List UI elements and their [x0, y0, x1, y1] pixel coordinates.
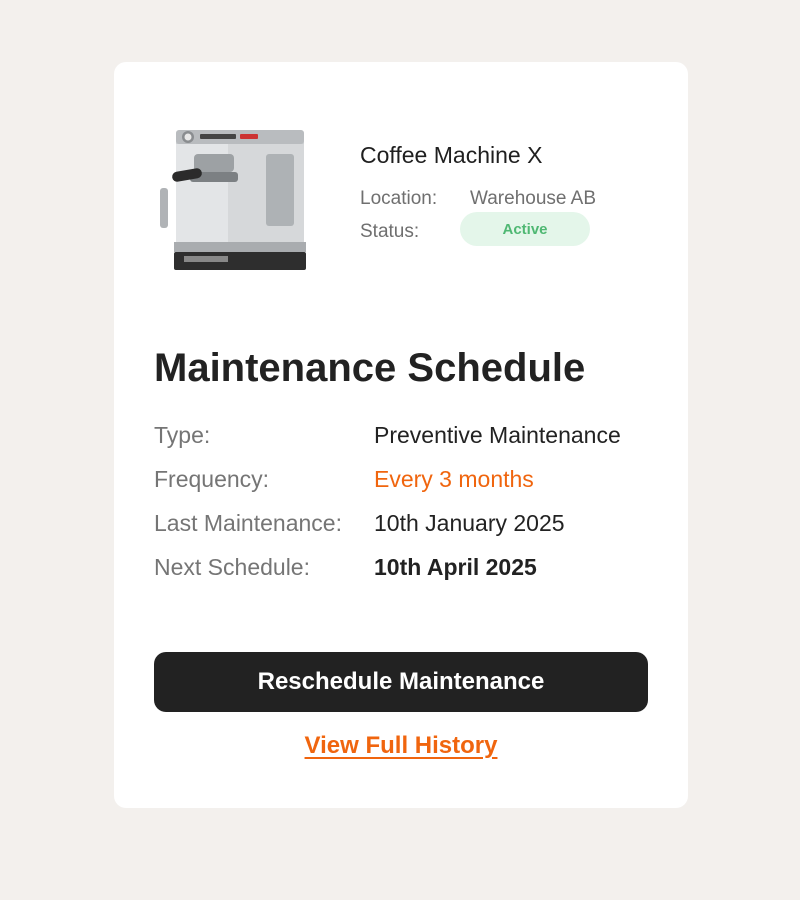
espresso-machine-image	[160, 130, 306, 270]
status-label: Status:	[360, 221, 420, 242]
location-label: Location:	[360, 188, 438, 209]
type-label: Type:	[154, 422, 211, 448]
section-title: Maintenance Schedule	[154, 346, 586, 390]
frequency-label: Frequency:	[154, 466, 270, 492]
maintenance-card: Coffee Machine X Location: Warehouse AB …	[114, 62, 688, 808]
last-maintenance-value: 10th January 2025	[374, 510, 565, 536]
status-badge: Active	[460, 212, 590, 246]
location-value: Warehouse AB	[470, 188, 597, 209]
history-link-container: View Full History	[114, 732, 688, 760]
reschedule-maintenance-button[interactable]: Reschedule Maintenance	[154, 652, 648, 712]
type-value: Preventive Maintenance	[374, 422, 621, 448]
last-maintenance-label: Last Maintenance:	[154, 510, 342, 536]
frequency-value: Every 3 months	[374, 466, 534, 492]
view-full-history-link[interactable]: View Full History	[305, 732, 498, 759]
device-name: Coffee Machine X	[360, 142, 543, 168]
next-schedule-value: 10th April 2025	[374, 554, 537, 580]
next-schedule-label: Next Schedule:	[154, 554, 310, 580]
